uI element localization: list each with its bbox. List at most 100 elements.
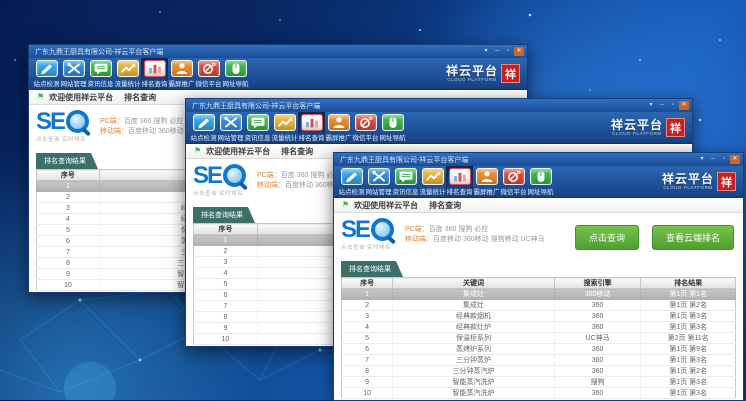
pc-engines-value: 百度 360 搜狗 必应 — [429, 226, 489, 233]
table-row[interactable]: 2集成灶360第1页 第2名 — [342, 300, 736, 311]
toolbar-item-site-nav[interactable]: 网址导航 — [222, 58, 249, 89]
toolbar-item-label: 微信平台 — [196, 78, 222, 88]
maximize-button[interactable]: ▫ — [668, 101, 678, 110]
toolbar-item-rank-query[interactable]: 排名查询 — [298, 112, 325, 143]
window-title: 广东九鼎王厨具有限公司-祥云平台客户端 — [192, 101, 320, 111]
table-row[interactable]: 9智能蒸汽洗炉搜狗第1页 第3名 — [342, 377, 736, 388]
toolbar-item-site-check[interactable]: 站点检测 — [190, 112, 217, 143]
toolbar-item-label: 网站管理 — [218, 132, 244, 142]
toolbar-item-wechat-platform[interactable]: 微信平台 — [500, 166, 527, 197]
close-button[interactable]: ✕ — [514, 47, 524, 56]
table-row[interactable]: 3经典款烟机360第1页 第3名 — [342, 311, 736, 322]
close-button[interactable]: ✕ — [730, 155, 740, 164]
table-cell: 5 — [342, 333, 393, 344]
seo-logo: SE 点击查询 实时排名 — [341, 218, 395, 251]
toolbar-item-promotion[interactable]: 霸屏推广 — [325, 112, 352, 143]
toolbar-item-label: 站点检测 — [191, 132, 217, 142]
toolbar-item-label: 微信平台 — [501, 186, 527, 196]
toolbar-item-site-check[interactable]: 站点检测 — [33, 58, 60, 89]
seo-tagline: 点击查询 实时排名 — [193, 189, 247, 197]
toolbar-item-site-nav[interactable]: 网址导航 — [379, 112, 406, 143]
table-cell: 6 — [342, 344, 393, 355]
magnifier-icon — [223, 164, 247, 188]
toolbar-item-traffic-stats[interactable]: 流量统计 — [271, 112, 298, 143]
toolbar-item-promotion[interactable]: 霸屏推广 — [168, 58, 195, 89]
table-row[interactable]: 5保温柜系列UC神马第2页 第11名 — [342, 333, 736, 344]
wechat-platform-icon — [198, 60, 220, 77]
welcome-page-label: 排名查询 — [429, 200, 461, 211]
mobile-engines-value: 百度移动 360移动 搜狗移动 UC神马 — [433, 236, 545, 243]
toolbar-item-label: 站点检测 — [339, 186, 365, 196]
seo-tagline: 点击查询 实时排名 — [36, 135, 90, 143]
table-row[interactable]: 6蒸烤炉系列360第1页 第9名 — [342, 344, 736, 355]
brand-subtitle: CLOUD PLATFORM — [663, 185, 713, 190]
skin-button[interactable]: ▾ — [697, 155, 707, 164]
minimize-button[interactable]: ─ — [492, 47, 502, 56]
brand-name: 祥云平台 — [446, 65, 498, 77]
magnifier-icon — [66, 110, 90, 134]
query-button[interactable]: 点击查询 — [575, 225, 639, 250]
window-title: 广东九鼎王厨具有限公司-祥云平台客户端 — [35, 47, 163, 57]
table-row[interactable]: 1集成灶360移动第1页 第1名 — [342, 289, 736, 300]
toolbar-item-rank-query[interactable]: 排名查询 — [141, 58, 168, 89]
table-cell: 360 — [554, 344, 641, 355]
toolbar-item-label: 网站管理 — [61, 78, 87, 88]
table-row[interactable]: 10智能蒸汽洗炉360第1页 第3名 — [342, 388, 736, 399]
window-title: 广东九鼎王厨具有限公司-祥云平台客户端 — [340, 155, 468, 165]
table-row[interactable]: 8三分钟蒸汽炉360第1页 第2名 — [342, 366, 736, 377]
toolbar-item-traffic-stats[interactable]: 流量统计 — [419, 166, 446, 197]
toolbar-item-label: 排名查询 — [142, 78, 168, 88]
window-titlebar[interactable]: 广东九鼎王厨具有限公司-祥云平台客户端 ▾ ─ ▫ ✕ — [29, 45, 527, 58]
toolbar-item-news-info[interactable]: 资讯信息 — [87, 58, 114, 89]
table-cell: 8 — [342, 366, 393, 377]
skin-button[interactable]: ▾ — [481, 47, 491, 56]
toolbar-item-site-nav[interactable]: 网址导航 — [527, 166, 554, 197]
column-header: 搜索引擎 — [554, 278, 641, 289]
site-nav-icon — [530, 168, 552, 185]
toolbar-item-wechat-platform[interactable]: 微信平台 — [352, 112, 379, 143]
skin-button[interactable]: ▾ — [646, 101, 656, 110]
toolbar-item-promotion[interactable]: 霸屏推广 — [473, 166, 500, 197]
cloud-rank-button[interactable]: 查看云端排名 — [652, 225, 734, 250]
traffic-stats-icon — [422, 168, 444, 185]
minimize-button[interactable]: ─ — [708, 155, 718, 164]
toolbar-item-site-manage[interactable]: 网站管理 — [365, 166, 392, 197]
toolbar-item-site-manage[interactable]: 网站管理 — [60, 58, 87, 89]
tab-rank-results[interactable]: 排名查询结果 — [193, 207, 255, 223]
toolbar-item-label: 排名查询 — [447, 186, 473, 196]
table-cell: 7 — [342, 355, 393, 366]
toolbar-item-wechat-platform[interactable]: 微信平台 — [195, 58, 222, 89]
close-button[interactable]: ✕ — [679, 101, 689, 110]
toolbar-item-label: 资讯信息 — [393, 186, 419, 196]
table-row[interactable]: 4经典款灶炉360第1页 第3名 — [342, 322, 736, 333]
flag-icon: ⚑ — [37, 93, 44, 101]
brand-subtitle: CLOUD PLATFORM — [447, 77, 497, 82]
window-titlebar[interactable]: 广东九鼎王厨具有限公司-祥云平台客户端 ▾ ─ ▫ ✕ — [334, 153, 743, 166]
seo-logo-text: SE — [193, 164, 221, 188]
brand-seal-icon: 祥 — [717, 172, 736, 191]
mobile-engines-label: 移动端： — [100, 128, 128, 135]
tab-rank-results[interactable]: 排名查询结果 — [36, 153, 98, 169]
toolbar-item-label: 网址导航 — [223, 78, 249, 88]
toolbar-item-traffic-stats[interactable]: 流量统计 — [114, 58, 141, 89]
site-check-icon — [36, 60, 58, 77]
toolbar-item-site-check[interactable]: 站点检测 — [338, 166, 365, 197]
toolbar-item-site-manage[interactable]: 网站管理 — [217, 112, 244, 143]
toolbar-item-news-info[interactable]: 资讯信息 — [392, 166, 419, 197]
minimize-button[interactable]: ─ — [657, 101, 667, 110]
rank-table: 序号关键词搜索引擎排名结果 1集成灶360移动第1页 第1名2集成灶360第1页… — [341, 277, 736, 399]
window-titlebar[interactable]: 广东九鼎王厨具有限公司-祥云平台客户端 ▾ ─ ▫ ✕ — [186, 99, 692, 112]
table-cell: 4 — [194, 268, 258, 279]
brand-name: 祥云平台 — [662, 173, 714, 185]
maximize-button[interactable]: ▫ — [719, 155, 729, 164]
toolbar-item-rank-query[interactable]: 排名查询 — [446, 166, 473, 197]
maximize-button[interactable]: ▫ — [503, 47, 513, 56]
toolbar-item-news-info[interactable]: 资讯信息 — [244, 112, 271, 143]
tab-rank-results[interactable]: 排名查询结果 — [341, 261, 403, 277]
site-nav-icon — [382, 114, 404, 131]
seo-logo-text: SE — [341, 218, 369, 242]
engine-info: PC端：百度 360 搜狗 必应 移动端：百度移动 360移动 搜狗移动 UC神… — [405, 225, 545, 245]
table-cell: 三分钟蒸汽炉 — [393, 366, 555, 377]
table-row[interactable]: 7三分钟蒸炉360第1页 第3名 — [342, 355, 736, 366]
brand-logo: 祥云平台 CLOUD PLATFORM 祥 — [611, 112, 685, 143]
